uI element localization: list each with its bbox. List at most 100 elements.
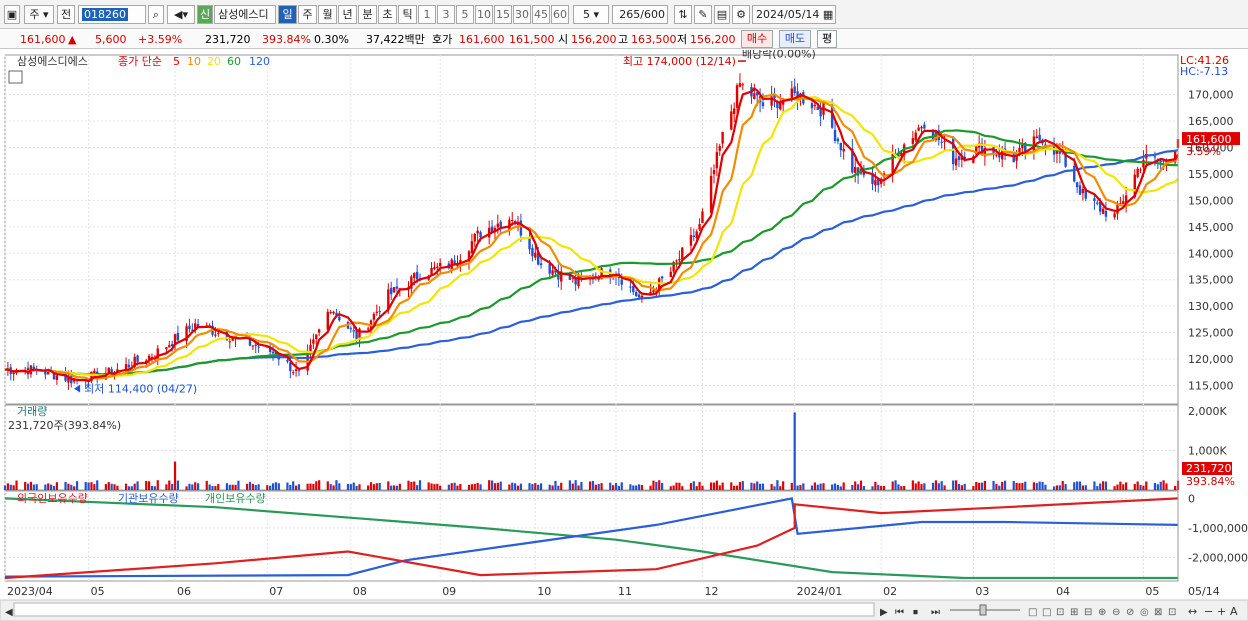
volume-bar [551,485,554,490]
volume-bar [248,481,252,490]
layout-icon[interactable]: ▣ [4,5,20,24]
candle-body [761,102,765,107]
view-tool-icon-8: ◎ [1140,607,1149,618]
holdings-tick-label: 0 [1188,492,1195,505]
candle-body [473,233,476,242]
volume-bar [862,486,865,490]
date-field[interactable]: 2024/05/14 ▦ [752,5,836,24]
draw-tool-icon[interactable]: ✎ [694,5,712,24]
volume-bar [32,484,35,490]
period-2[interactable]: 월 [318,5,337,24]
x-tick-label: 2023/04 [7,585,53,598]
volume-bar [107,482,110,490]
volume-bar [1125,482,1128,490]
volume-bar [84,482,87,490]
interval-1[interactable]: 1 [418,5,436,24]
candle-body [168,345,171,348]
volume-bar [635,485,638,490]
new-badge: 신 [197,5,213,24]
volume-bar [1052,486,1056,490]
holdings-panel-frame [4,490,1179,582]
volume-bar [35,484,38,490]
volume-bar [516,485,520,490]
volume-bar [346,483,350,490]
candle-body [634,292,638,297]
volume-bar [1099,483,1102,490]
candle-body [753,93,756,100]
price-tick-label: 165,000 [1188,115,1234,128]
search-icon[interactable]: ⌕ [148,5,164,24]
count-field[interactable]: 265/600 [612,5,668,24]
candle-body [1142,159,1145,168]
period-3[interactable]: 년 [338,5,357,24]
price-tick-label: 115,000 [1188,379,1234,392]
volume-bar [511,482,514,490]
scroll-right-icon: ▶ [880,607,888,618]
interval-15[interactable]: 15 [494,5,512,24]
x-tick-label: 02 [883,585,897,598]
candle-body [415,271,419,280]
stock-name-field[interactable]: 삼성에스디 [214,5,276,24]
zoom-out-icon: − [1204,605,1213,618]
volume-bar [819,483,822,490]
speaker-icon[interactable]: ◀▾ [167,5,195,24]
sell-button[interactable]: 매도 [779,30,811,48]
volume-bar [591,480,595,490]
period-5[interactable]: 초 [378,5,397,24]
volume-bar [681,486,684,490]
volume-bar [55,482,58,490]
volume-bar [104,484,107,490]
price-tick-label: 145,000 [1188,221,1234,234]
candle-body [692,235,696,237]
candle-body [943,140,946,142]
volume-bar [972,485,975,490]
period-4[interactable]: 분 [358,5,377,24]
high-annotation: 최고 174,000 (12/14) [623,55,736,68]
gear-icon[interactable]: ⚙ [732,5,750,24]
interval-select[interactable]: 5 ▾ [573,5,609,24]
volume-bar [1058,485,1061,490]
last-pct-label: 3.59% [1186,145,1221,158]
interval-3[interactable]: 3 [437,5,455,24]
code-input[interactable]: 018260 ▾ [78,5,146,24]
period-1[interactable]: 주 [298,5,317,24]
volume-bar [1038,481,1041,490]
volume-bar [833,483,837,490]
volume-bar [116,485,119,490]
candle-body [1136,168,1139,177]
settings-toggle-icon[interactable]: ⇅ [674,5,692,24]
count-value: 265 [619,8,641,21]
eval-button[interactable]: 평 [817,30,837,48]
candle-body [289,362,292,372]
volume-bar [877,484,880,490]
candle-body [309,344,312,352]
interval-30[interactable]: 30 [513,5,531,24]
buy-button[interactable]: 매수 [741,30,773,48]
volume-bar [188,483,191,490]
volume-bar [554,480,557,490]
prev-button[interactable]: 전 [57,5,75,24]
candle-body [332,311,335,314]
volume-bar [326,481,329,490]
save-icon[interactable]: ▤ [714,5,730,24]
volume-bar [859,480,863,490]
volume-bar [1076,481,1079,490]
candle-body [251,345,255,347]
interval-10[interactable]: 10 [475,5,493,24]
type-select[interactable]: 주 ▾ [24,5,54,24]
volume-bar [372,484,376,490]
volume-bar [493,483,497,490]
volume-bar [649,485,652,490]
interval-60[interactable]: 60 [551,5,569,24]
period-6[interactable]: 틱 [398,5,417,24]
interval-45[interactable]: 45 [532,5,550,24]
x-tick-label: 07 [269,585,283,598]
volume-bar [205,480,208,490]
volume-bar [1145,481,1148,490]
interval-5[interactable]: 5 [456,5,474,24]
candle-body [790,88,794,99]
candle-body [294,369,298,371]
volume-bar [761,483,765,490]
volume-bar [750,482,753,490]
period-0[interactable]: 일 [278,5,297,24]
